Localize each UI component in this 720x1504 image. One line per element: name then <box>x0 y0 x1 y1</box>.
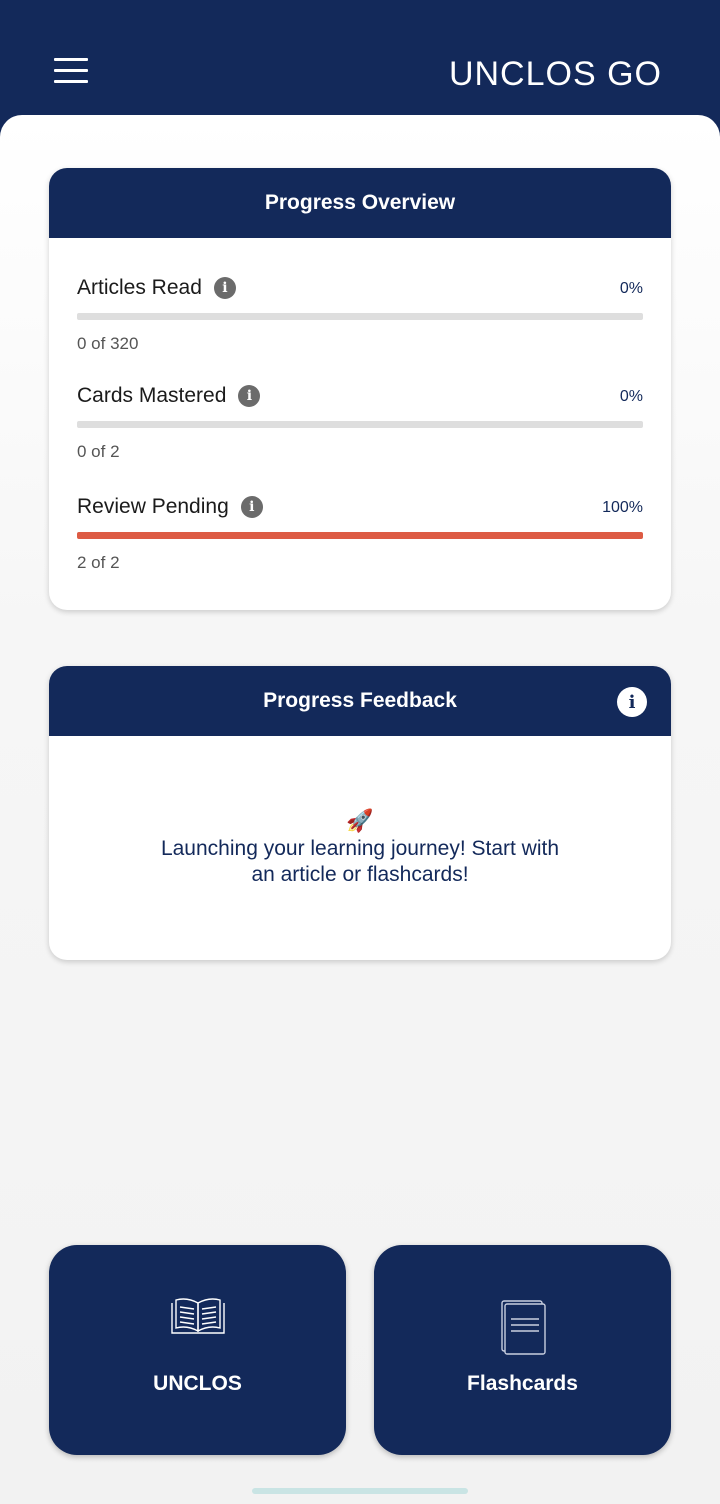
progress-feedback-card: Progress Feedback i 🚀 Launching your lea… <box>49 666 671 960</box>
card-stack-icon <box>374 1299 671 1360</box>
feedback-message: Launching your learning journey! Start w… <box>160 837 560 886</box>
open-book-icon <box>49 1297 346 1342</box>
metric-percent: 0% <box>619 280 643 297</box>
metric-count: 0 of 320 <box>77 334 139 353</box>
metric-label: Articles Read <box>77 276 202 299</box>
info-icon[interactable]: i <box>240 496 263 518</box>
info-icon[interactable]: i <box>238 385 261 407</box>
flashcards-button[interactable]: Flashcards <box>374 1245 671 1455</box>
feedback-body: 🚀 Launching your learning journey! Start… <box>49 736 671 960</box>
app-title: UNCLOS GO <box>448 55 662 93</box>
progress-overview-header: Progress Overview <box>49 168 671 238</box>
metric-label: Cards Mastered <box>77 384 227 407</box>
progress-bar-track <box>77 532 643 539</box>
metric-count: 0 of 2 <box>77 442 120 461</box>
hamburger-menu-icon[interactable] <box>54 58 90 86</box>
progress-feedback-title: Progress Feedback <box>263 689 457 712</box>
info-icon[interactable]: i <box>617 687 647 717</box>
flashcards-button-label: Flashcards <box>467 1372 578 1395</box>
rocket-icon: 🚀 <box>346 808 374 833</box>
progress-feedback-header: Progress Feedback i <box>49 666 671 736</box>
unclos-button-label: UNCLOS <box>153 1372 242 1395</box>
metric-label: Review Pending <box>77 495 229 518</box>
home-indicator[interactable] <box>252 1488 468 1494</box>
unclos-button[interactable]: UNCLOS <box>49 1245 346 1455</box>
progress-bar-track <box>77 313 643 320</box>
progress-overview-card: Progress Overview Articles Read i 0% 0 o… <box>49 168 671 610</box>
progress-overview-title: Progress Overview <box>264 191 456 214</box>
info-icon[interactable]: i <box>213 277 236 299</box>
metric-count: 2 of 2 <box>77 553 120 572</box>
metric-percent: 100% <box>602 499 643 516</box>
metric-percent: 0% <box>619 388 643 405</box>
progress-bar-track <box>77 421 643 428</box>
progress-bar-fill <box>77 532 643 539</box>
